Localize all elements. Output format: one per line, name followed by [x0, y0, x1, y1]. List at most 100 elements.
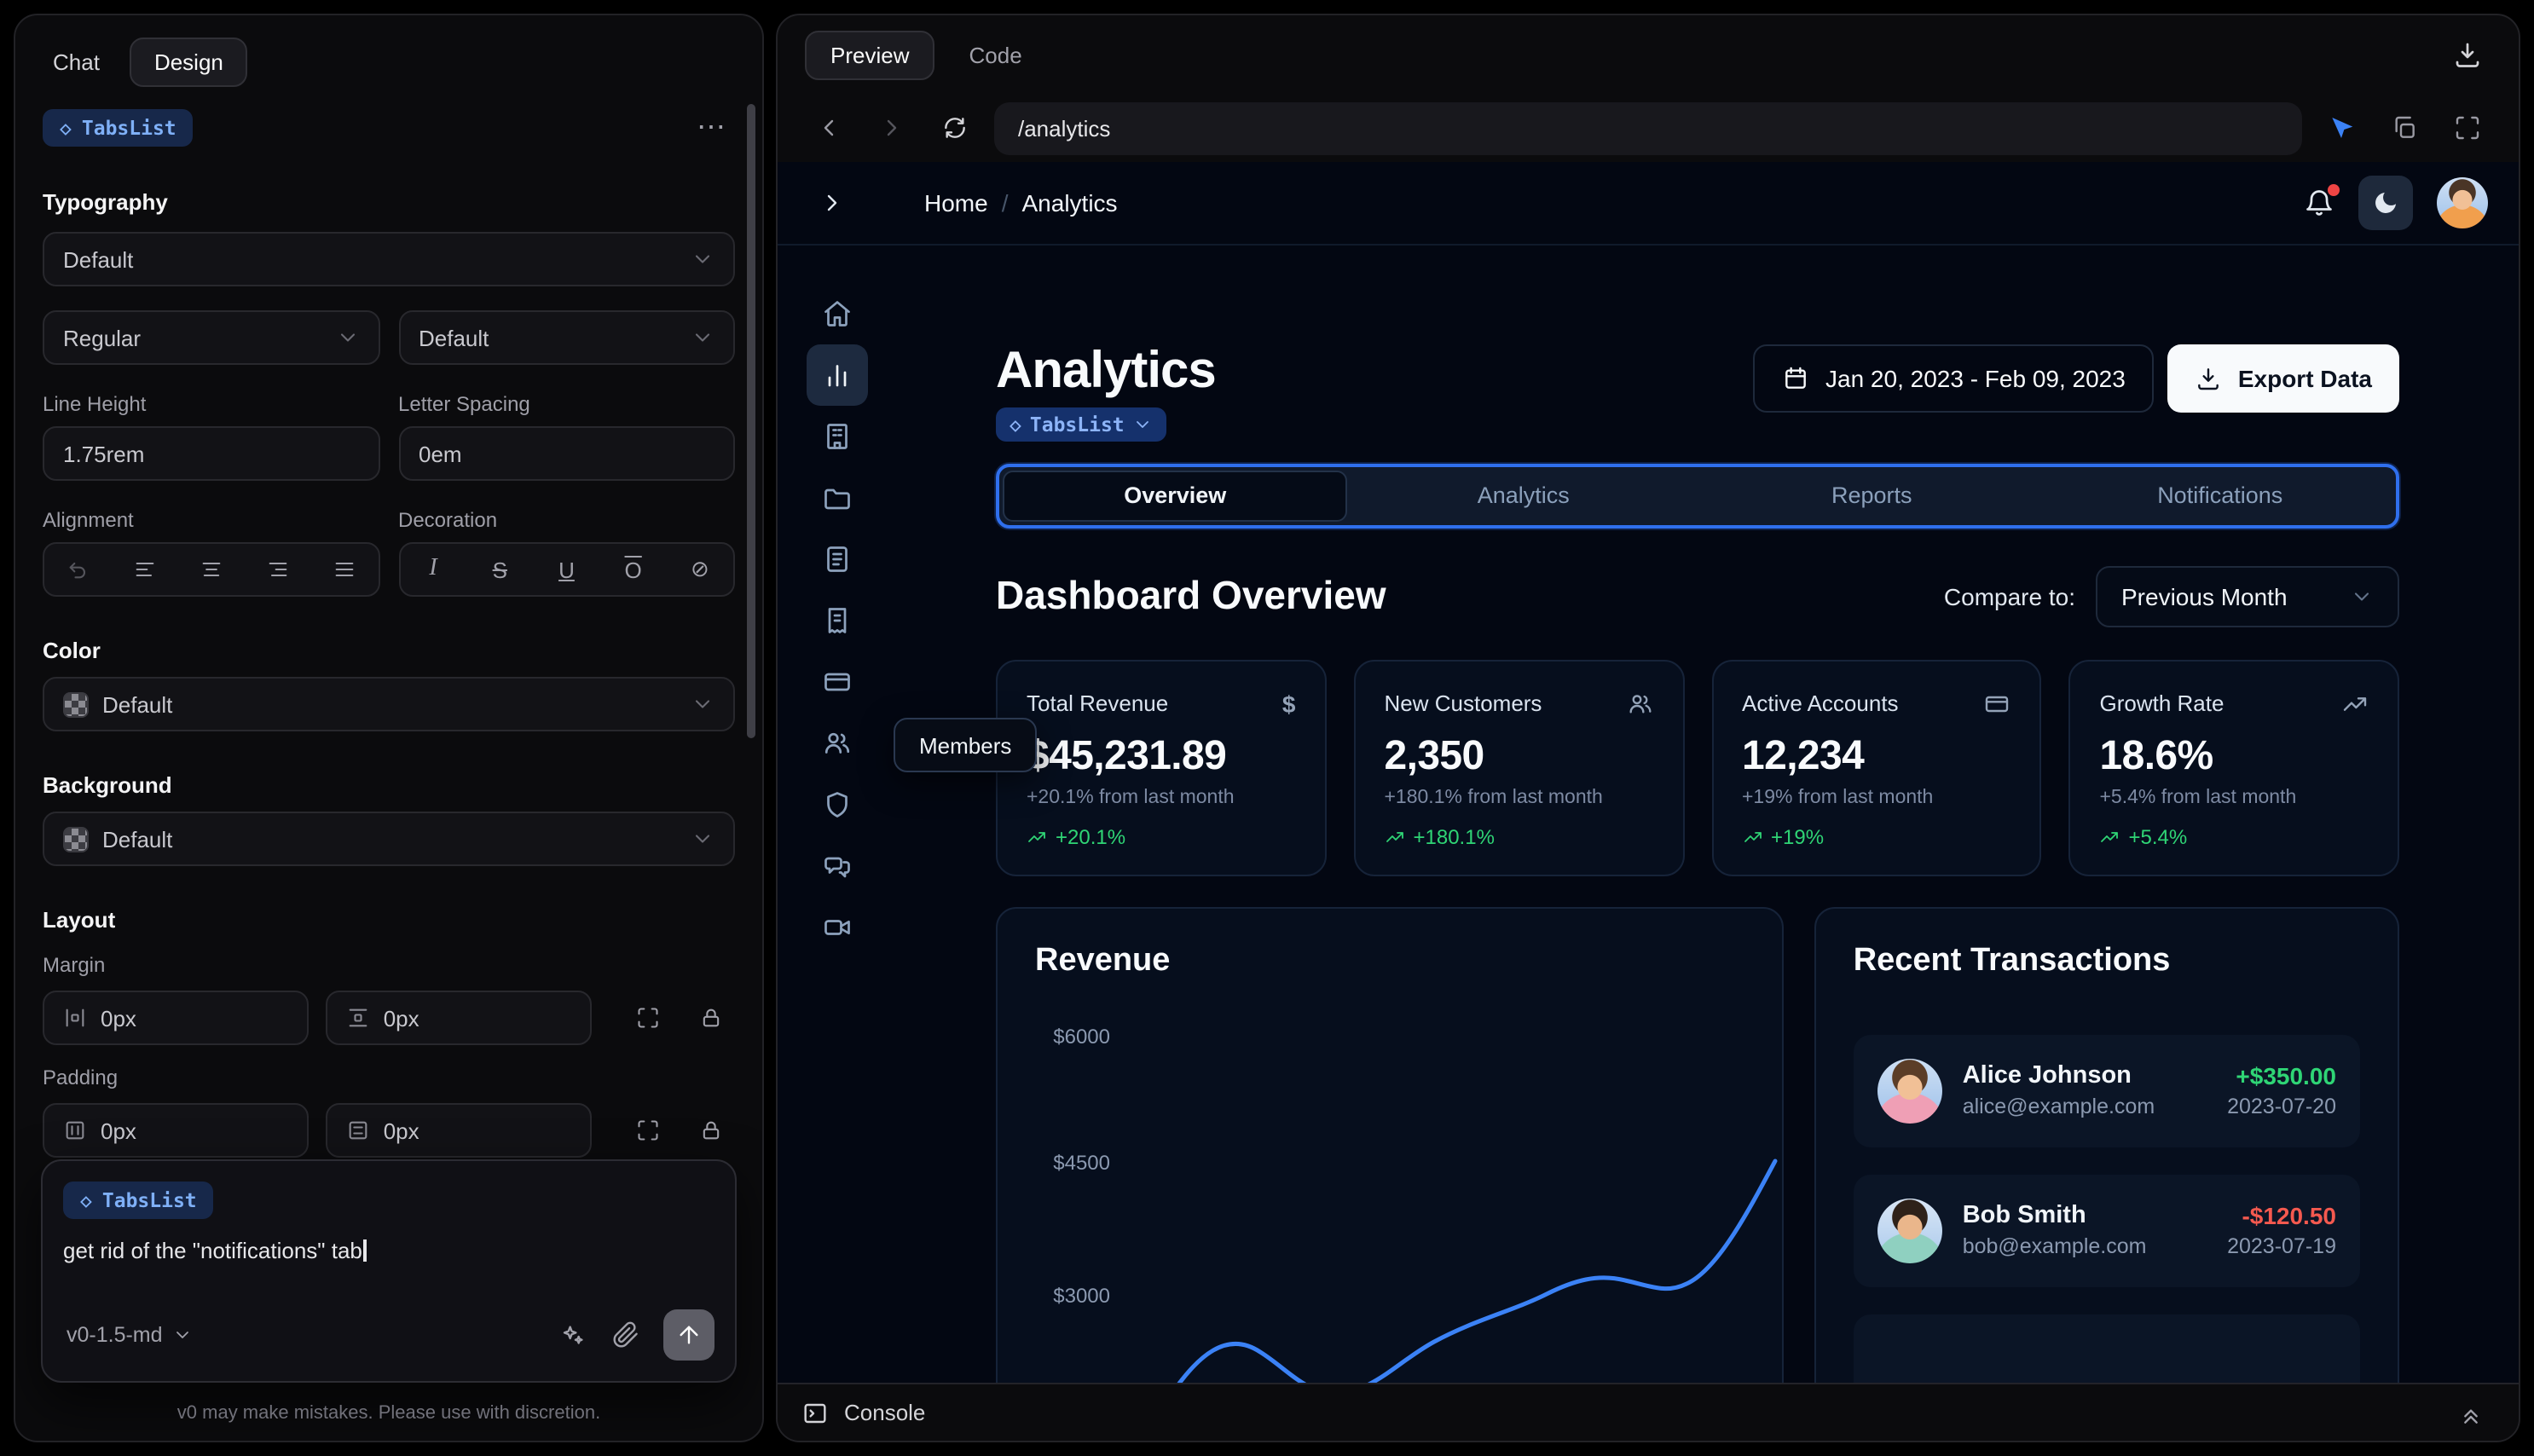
copy-button[interactable]: [2381, 104, 2428, 152]
credit-card-icon: [1986, 695, 2009, 712]
sidebar-item-messages[interactable]: [806, 835, 867, 897]
align-justify-button[interactable]: [311, 544, 378, 595]
tab-overview[interactable]: Overview: [1003, 470, 1348, 521]
tab-notifications[interactable]: Notifications: [2048, 470, 2393, 521]
trending-up-icon: [2343, 696, 2367, 710]
tab-preview[interactable]: Preview: [805, 30, 935, 79]
inspect-button[interactable]: [2317, 104, 2365, 152]
margin-vertical-icon: [349, 1008, 367, 1027]
margin-x-input[interactable]: 0px: [43, 991, 309, 1045]
sidebar-item-security[interactable]: [806, 774, 867, 835]
tab-design[interactable]: Design: [130, 38, 247, 87]
download-button[interactable]: [2444, 31, 2491, 78]
font-weight-select[interactable]: Regular: [43, 310, 379, 365]
transaction-row[interactable]: Alice Johnson alice@example.com +$350.00…: [1853, 1034, 2360, 1147]
tab-reports[interactable]: Reports: [1699, 470, 2045, 521]
font-size-select[interactable]: Default: [398, 310, 735, 365]
tab-chat[interactable]: Chat: [49, 39, 103, 85]
export-data-button[interactable]: Export Data: [2167, 344, 2399, 413]
console-expand-button[interactable]: [2447, 1389, 2495, 1436]
user-avatar[interactable]: [2437, 177, 2488, 228]
align-right-button[interactable]: [245, 544, 311, 595]
composer-input[interactable]: get rid of the "notifications" tab: [63, 1238, 714, 1268]
transaction-row[interactable]: Bob Smith bob@example.com -$120.50 2023-…: [1853, 1174, 2360, 1286]
theme-toggle-button[interactable]: [2358, 176, 2413, 230]
color-swatch-icon: [63, 691, 89, 717]
italic-button[interactable]: I: [400, 544, 466, 595]
align-right-icon: [269, 562, 287, 577]
text-caret: [363, 1239, 367, 1262]
model-selector[interactable]: v0-1.5-md: [63, 1316, 197, 1354]
sidebar-item-projects[interactable]: [806, 467, 867, 529]
letter-spacing-input[interactable]: 0em: [398, 426, 735, 481]
sidebar-item-analytics[interactable]: [806, 344, 867, 406]
revenue-line-series: [1176, 1158, 1778, 1383]
strikethrough-button[interactable]: S: [466, 544, 533, 595]
enhance-prompt-button[interactable]: [547, 1311, 595, 1359]
date-range-picker[interactable]: Jan 20, 2023 - Feb 09, 2023: [1752, 344, 2155, 413]
sidebar-item-payments[interactable]: [806, 651, 867, 713]
composer-element-chip[interactable]: ◇ TabsList: [63, 1182, 214, 1219]
tab-code[interactable]: Code: [956, 32, 1036, 78]
url-bar[interactable]: /analytics: [994, 101, 2302, 154]
sidebar-toggle-button[interactable]: [808, 179, 856, 227]
console-bar[interactable]: Console: [778, 1383, 2519, 1441]
tab-analytics[interactable]: Analytics: [1351, 470, 1697, 521]
breadcrumb-current: Analytics: [1021, 189, 1118, 217]
expand-icon: [639, 1008, 659, 1028]
compare-select[interactable]: Previous Month: [2096, 565, 2399, 627]
refresh-icon: [945, 118, 965, 138]
margin-expand-button[interactable]: [625, 994, 671, 1042]
selected-element-chip[interactable]: ◇ TabsList: [43, 109, 194, 147]
compare-label: Compare to:: [1943, 582, 2075, 610]
padding-x-input[interactable]: 0px: [43, 1103, 309, 1158]
background-select[interactable]: Default: [43, 812, 735, 866]
messages-icon: [824, 857, 849, 878]
panel-scrollbar[interactable]: [747, 104, 755, 738]
sidebar-item-members[interactable]: [806, 713, 867, 774]
selection-badge[interactable]: ◇ TabsList: [996, 407, 1167, 441]
chevron-down-icon: [695, 333, 710, 342]
padding-lock-button[interactable]: [689, 1106, 735, 1154]
underline-button[interactable]: U: [533, 544, 599, 595]
breadcrumb-home[interactable]: Home: [924, 189, 988, 217]
sidebar-item-video[interactable]: [806, 897, 867, 958]
notifications-button[interactable]: [2304, 184, 2340, 218]
stat-subtext: +19% from last month: [1742, 787, 1934, 807]
download-icon: [2456, 43, 2479, 67]
sidebar-item-notes[interactable]: [806, 529, 867, 590]
reset-alignment-button[interactable]: [44, 544, 111, 595]
attach-file-button[interactable]: [602, 1311, 650, 1359]
padding-expand-button[interactable]: [625, 1106, 671, 1154]
fullscreen-button[interactable]: [2444, 104, 2491, 152]
margin-lock-button[interactable]: [689, 994, 735, 1042]
forward-button[interactable]: [868, 104, 916, 152]
refresh-button[interactable]: [931, 104, 979, 152]
margin-label: Margin: [43, 953, 106, 977]
color-select[interactable]: Default: [43, 677, 735, 731]
line-height-input[interactable]: 1.75rem: [43, 426, 379, 481]
stat-value: 12,234: [1742, 732, 1865, 778]
panel-menu-button[interactable]: ⋯: [687, 104, 735, 152]
console-label: Console: [844, 1400, 926, 1425]
overline-button[interactable]: O: [600, 544, 667, 595]
sidebar-item-organization[interactable]: [806, 406, 867, 467]
chat-composer[interactable]: ◇ TabsList get rid of the "notifications…: [41, 1159, 737, 1383]
send-button[interactable]: [663, 1309, 714, 1361]
sidebar-item-invoices[interactable]: [806, 590, 867, 651]
stat-title: Active Accounts: [1742, 690, 1899, 716]
folder-icon: [824, 488, 849, 510]
expand-icon: [639, 1120, 659, 1141]
clear-decoration-button[interactable]: ⊘: [667, 544, 733, 595]
align-left-button[interactable]: [111, 544, 177, 595]
avatar: [1877, 1198, 1942, 1262]
chevron-down-icon: [1137, 420, 1149, 427]
chevron-down-icon: [695, 255, 710, 263]
model-name: v0-1.5-md: [67, 1323, 163, 1347]
margin-y-input[interactable]: 0px: [325, 991, 592, 1045]
align-center-button[interactable]: [177, 544, 244, 595]
padding-y-input[interactable]: 0px: [325, 1103, 592, 1158]
back-button[interactable]: [805, 104, 853, 152]
font-family-select[interactable]: Default: [43, 232, 735, 286]
sidebar-item-home[interactable]: [806, 283, 867, 344]
